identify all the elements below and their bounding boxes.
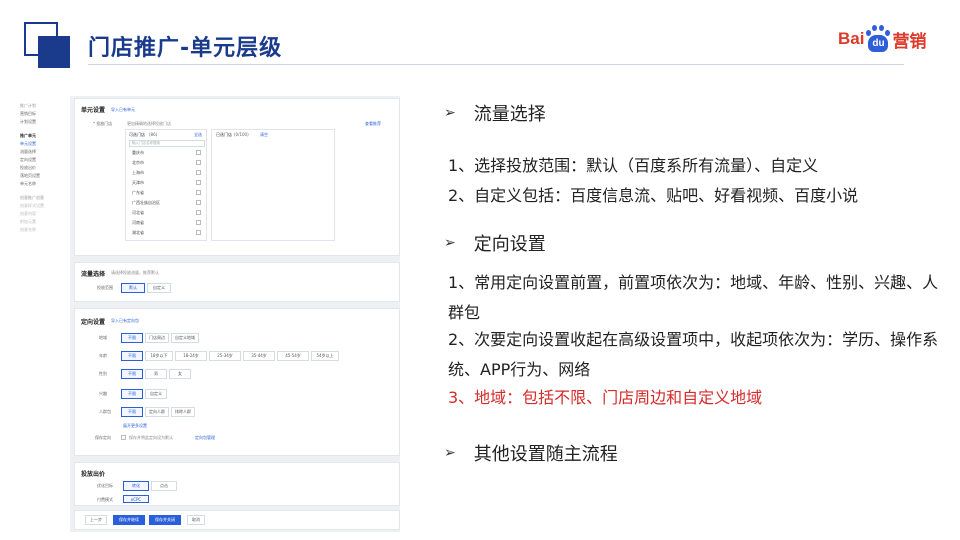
import-unit-link[interactable]: 导入已有单元	[111, 107, 135, 113]
nav-item-landing[interactable]: 落地页设置	[20, 172, 66, 180]
targeting-option[interactable]: 不限	[121, 369, 143, 379]
ui-screenshot: 推广计划 营销目标 计划设置 推广单元 单元设置 流量选择 定向设置 投放出价 …	[16, 96, 400, 532]
region-item[interactable]: 广东省	[132, 190, 144, 196]
save-targeting-checkbox[interactable]	[121, 435, 126, 440]
region-item[interactable]: 河北省	[132, 210, 144, 216]
targeting-option[interactable]: 女	[169, 369, 191, 379]
region-item[interactable]: 上海市	[132, 170, 144, 176]
region-checkbox[interactable]	[196, 200, 201, 205]
targeting-option[interactable]: 定向人群	[145, 407, 169, 417]
region-checkbox[interactable]	[196, 180, 201, 185]
traffic-card: 流量选择 请选择投放流量，推荐默认 投放范围 默认 自定义	[74, 262, 400, 302]
nav-item-unit-name[interactable]: 单元名称	[20, 180, 66, 188]
clear-selected-link[interactable]: 清空	[260, 132, 268, 138]
unit-settings-card: 单元设置 导入已有单元 * 投放门店 更加精确地选择投放门店 查看推荐 可选门店…	[74, 98, 400, 256]
import-targeting-link[interactable]: 导入已有定向包	[111, 318, 139, 324]
traffic-custom-option[interactable]: 自定义	[147, 283, 171, 293]
baidu-paw-icon: du	[865, 25, 891, 53]
region-checkbox[interactable]	[196, 160, 201, 165]
targeting-option[interactable]: 不限	[121, 333, 143, 343]
targeting-option[interactable]: 不限	[121, 389, 143, 399]
targeting-row-label: 年龄	[99, 353, 107, 358]
targeting-row-label: 人群包	[99, 409, 111, 414]
arrow-bullet-icon: ➢	[444, 445, 456, 461]
targeting-option[interactable]: 自定义地域	[171, 333, 199, 343]
goal-click-option[interactable]: 点击	[151, 481, 177, 491]
targeting-row-label: 兴趣	[99, 391, 107, 396]
targeting-option[interactable]: 门店周边	[145, 333, 169, 343]
arrow-bullet-icon: ➢	[444, 235, 456, 251]
side-nav: 推广计划 营销目标 计划设置 推广单元 单元设置 流量选择 定向设置 投放出价 …	[16, 96, 70, 532]
bullet-text-targeting-3: 3、地域：包括不限、门店周边和自定义地域	[448, 388, 763, 407]
bullet-heading-traffic: ➢ 流量选择	[444, 104, 546, 125]
bullet-heading-other: ➢ 其他设置随主流程	[444, 444, 618, 465]
nav-item-unit-settings[interactable]: 单元设置	[20, 140, 66, 148]
region-checkbox[interactable]	[196, 190, 201, 195]
nav-item-traffic[interactable]: 流量选择	[20, 148, 66, 156]
selected-stores-box: 已选门店 (0/100) 清空	[211, 129, 335, 241]
targeting-row-label: 地域	[99, 335, 107, 340]
targeting-option[interactable]: 18-24岁	[175, 351, 207, 361]
region-item[interactable]: 北京市	[132, 160, 144, 166]
mode-ocpc-option[interactable]: oCPC	[123, 495, 149, 503]
region-checkbox[interactable]	[196, 170, 201, 175]
bullet-text-traffic-2: 2、自定义包括：百度信息流、贴吧、好看视频、百度小说	[448, 186, 859, 205]
region-item[interactable]: 重庆市	[132, 150, 144, 156]
targeting-option[interactable]: 25-34岁	[209, 351, 241, 361]
region-checkbox[interactable]	[196, 220, 201, 225]
targeting-row-label: 性别	[99, 371, 107, 376]
targeting-option[interactable]: 54岁以上	[311, 351, 339, 361]
region-item[interactable]: 广西壮族自治区	[132, 200, 160, 206]
arrow-bullet-icon: ➢	[444, 105, 456, 121]
region-checkbox[interactable]	[196, 150, 201, 155]
select-all-link[interactable]: 全选	[194, 132, 202, 138]
region-item[interactable]: 天津市	[132, 180, 144, 186]
save-close-button[interactable]: 保存并关闭	[149, 515, 181, 525]
prev-step-button[interactable]: 上一步	[85, 515, 107, 525]
targeting-option[interactable]: 不限	[121, 351, 143, 361]
targeting-option[interactable]: 18岁以下	[145, 351, 173, 361]
bullet-text-traffic-1: 1、选择投放范围：默认（百度系所有流量）、自定义	[448, 156, 819, 175]
targeting-pack-link[interactable]: 定向包管理	[195, 435, 215, 441]
targeting-option[interactable]: 不限	[121, 407, 143, 417]
region-item[interactable]: 河南省	[132, 220, 144, 226]
save-continue-button[interactable]: 保存并继续	[113, 515, 145, 525]
bullet-text-targeting-2: 2、次要定向设置收起在高级设置项中，收起项依次为：学历、操作系统、APP行为、网…	[448, 330, 939, 379]
targeting-option[interactable]: 45-54岁	[277, 351, 309, 361]
goal-conversion-option[interactable]: 转化	[123, 481, 149, 491]
targeting-option[interactable]: 男	[145, 369, 167, 379]
selectable-stores-box: 可选门店 (86) 全选 输入门店名称搜索 重庆市 北京市 上海市 天津市 广东省 广西壮…	[125, 129, 207, 241]
footer-bar: 上一步 保存并继续 保存并关闭 取消	[74, 510, 400, 530]
cancel-button[interactable]: 取消	[187, 515, 205, 525]
nav-item-bidding[interactable]: 投放出价	[20, 164, 66, 172]
store-recommend-link[interactable]: 查看推荐	[365, 121, 381, 127]
region-item[interactable]: 湖北省	[132, 230, 144, 236]
baidu-marketing-logo: Bai du 营销	[838, 22, 926, 56]
expand-more-link[interactable]: 展开更多设置	[123, 423, 147, 429]
slide-title: 门店推广-单元层级	[88, 36, 283, 61]
store-search-input[interactable]: 输入门店名称搜索	[129, 140, 205, 147]
bidding-card: 投放出价 优化目标 转化 点击 付费模式 oCPC	[74, 462, 400, 506]
targeting-option[interactable]: 排除人群	[171, 407, 195, 417]
region-checkbox[interactable]	[196, 230, 201, 235]
nav-item-targeting[interactable]: 定向设置	[20, 156, 66, 164]
slide-logo-mark	[24, 22, 70, 68]
region-checkbox[interactable]	[196, 210, 201, 215]
bullet-text-targeting-1: 1、常用定向设置前置，前置项依次为：地域、年龄、性别、兴趣、人群包	[448, 273, 939, 322]
traffic-default-option[interactable]: 默认	[121, 283, 145, 293]
targeting-option[interactable]: 35-44岁	[243, 351, 275, 361]
bullet-heading-targeting: ➢ 定向设置	[444, 234, 546, 255]
title-divider	[88, 64, 904, 65]
targeting-option[interactable]: 自定义	[145, 389, 167, 399]
targeting-card: 定向设置 导入已有定向包 地域 不限 门店周边 自定义地域 年龄 不限 18岁以下 18-24…	[74, 308, 400, 456]
